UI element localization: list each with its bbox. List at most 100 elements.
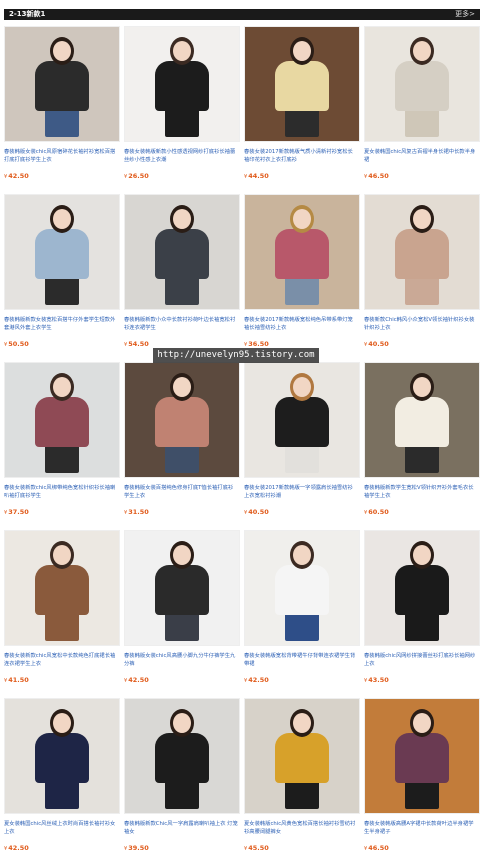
model-face <box>53 545 71 565</box>
product-card[interactable]: 夏女装韩国chic风复古百褶半身长裙中长款半身裙 ¥46.50 <box>364 26 480 194</box>
product-title[interactable]: 春装韩版女装百搭纯色修身打底T恤长袖打底衫学生上衣 <box>124 484 240 500</box>
product-card[interactable]: 春装韩版新款Chic风一字肩露肩喇叭袖上衣 灯笼袖女 ¥39.50 <box>124 698 240 860</box>
model-top <box>155 397 209 447</box>
product-title[interactable]: 春装女装韩版高腰A字裙中长款荷叶边半身裙学生半身裙子 <box>364 820 480 836</box>
product-photo[interactable] <box>244 194 360 310</box>
product-title[interactable]: 春装女装2017新款韩版一字领露肩长袖雪纺衫上衣宽松衬衫潮 <box>244 484 360 500</box>
product-card[interactable]: 夏女装韩版chic风黄色宽松百搭长袖衬衫雪纺衬衫高腰阔腿裤女 ¥45.50 <box>244 698 360 860</box>
model-top <box>155 565 209 615</box>
product-photo[interactable] <box>124 530 240 646</box>
product-price-row: ¥40.50 <box>364 340 480 348</box>
currency-symbol: ¥ <box>244 510 248 516</box>
product-photo[interactable] <box>124 698 240 814</box>
model-face <box>53 713 71 733</box>
product-photo[interactable] <box>4 194 120 310</box>
model-top <box>395 61 449 111</box>
product-photo[interactable] <box>4 362 120 478</box>
currency-symbol: ¥ <box>4 342 8 348</box>
product-card[interactable]: 春装女装2017新款韩版一字领露肩长袖雪纺衫上衣宽松衬衫潮 ¥40.50 <box>244 362 360 530</box>
product-title[interactable]: 春装女装2017新款韩版宽松纯色吊带系带灯笼袖长袖雪纺衫上衣 <box>244 316 360 332</box>
model-top <box>35 733 89 783</box>
product-photo[interactable] <box>364 530 480 646</box>
product-card[interactable]: 春装女装新款chic风绑带纯色宽松针织衫长袖喇叭袖打底衫学生 ¥37.50 <box>4 362 120 530</box>
product-photo[interactable] <box>4 530 120 646</box>
product-title[interactable]: 夏女装韩国chic风复古百褶半身长裙中长款半身裙 <box>364 148 480 164</box>
product-photo[interactable] <box>364 194 480 310</box>
model-top <box>395 229 449 279</box>
product-card[interactable]: 春装韩版女装chic风原宿碎花长袖衬衫宽松百搭打底打底衫学生上衣 ¥42.50 <box>4 26 120 194</box>
product-price: 45.50 <box>248 844 269 852</box>
product-photo[interactable] <box>244 698 360 814</box>
product-card[interactable]: 春装韩版女装chic风高腰小脚九分牛仔裤学生九分裤 ¥42.50 <box>124 530 240 698</box>
product-title[interactable]: 春装韩版女装chic风原宿碎花长袖衬衫宽松百搭打底打底衫学生上衣 <box>4 148 120 164</box>
currency-symbol: ¥ <box>364 174 368 180</box>
product-price: 43.50 <box>368 676 389 684</box>
product-card[interactable]: 夏女装韩国chic风丝绒上衣时尚百搭长袖衬衫女上衣 ¥42.50 <box>4 698 120 860</box>
model-top <box>395 397 449 447</box>
currency-symbol: ¥ <box>364 678 368 684</box>
product-photo[interactable] <box>4 26 120 142</box>
product-card[interactable]: 春装女装2017新款韩版宽松纯色吊带系带灯笼袖长袖雪纺衫上衣 ¥36.50 <box>244 194 360 362</box>
product-title[interactable]: 春装韩版新款学生宽松V领针织开衫外套毛衣长袖学生上衣 <box>364 484 480 500</box>
product-photo[interactable] <box>364 26 480 142</box>
product-title[interactable]: 春装女装新款chic风绑带纯色宽松针织衫长袖喇叭袖打底衫学生 <box>4 484 120 500</box>
currency-symbol: ¥ <box>364 846 368 852</box>
product-card[interactable]: 春装新款Chic韩风小众宽松V领长袖针织衫女装针织衫上衣 ¥40.50 <box>364 194 480 362</box>
product-price: 44.50 <box>248 172 269 180</box>
product-card[interactable]: 春装女装新款chic风宽松中长款纯色打底裙长袖连衣裙学生上衣 ¥41.50 <box>4 530 120 698</box>
product-title[interactable]: 春装女装2017新款韩版气质小清新衬衫宽松长袖印花衬衣上衣打底衫 <box>244 148 360 164</box>
currency-symbol: ¥ <box>124 174 128 180</box>
product-card[interactable]: 春装女装2017新款韩版气质小清新衬衫宽松长袖印花衬衣上衣打底衫 ¥44.50 <box>244 26 360 194</box>
product-price-row: ¥46.50 <box>364 172 480 180</box>
product-price: 40.50 <box>368 340 389 348</box>
model-top <box>395 565 449 615</box>
product-photo[interactable] <box>124 194 240 310</box>
more-link[interactable]: 更多> <box>455 9 475 20</box>
product-photo[interactable] <box>244 530 360 646</box>
model-face <box>293 713 311 733</box>
product-title[interactable]: 春装女装韩版宽松背带裙牛仔背带连衣裙学生背带裙 <box>244 652 360 668</box>
product-card[interactable]: 春装女装韩版新款小性感透视网纱打底衫长袖蕾丝纱小性感上衣潮 ¥26.50 <box>124 26 240 194</box>
product-card[interactable]: 春装韩版chic风网纱拼接蕾丝衫打底衫长袖网纱上衣 ¥43.50 <box>364 530 480 698</box>
currency-symbol: ¥ <box>364 510 368 516</box>
model-face <box>413 377 431 397</box>
product-card[interactable]: 春装女装韩版宽松背带裙牛仔背带连衣裙学生背带裙 ¥42.50 <box>244 530 360 698</box>
product-photo[interactable] <box>4 698 120 814</box>
product-title[interactable]: 春装韩版新款Chic风一字肩露肩喇叭袖上衣 灯笼袖女 <box>124 820 240 836</box>
product-photo[interactable] <box>364 698 480 814</box>
product-price: 50.50 <box>8 340 29 348</box>
product-price-row: ¥42.50 <box>4 172 120 180</box>
currency-symbol: ¥ <box>244 678 248 684</box>
product-title[interactable]: 春装新款Chic韩风小众宽松V领长袖针织衫女装针织衫上衣 <box>364 316 480 332</box>
product-card[interactable]: 春装韩版新款小众中长款衬衫荷叶边长袖宽松衬衫连衣裙学生 ¥54.50 <box>124 194 240 362</box>
product-title[interactable]: 春装韩版女装chic风高腰小脚九分牛仔裤学生九分裤 <box>124 652 240 668</box>
product-photo[interactable] <box>244 26 360 142</box>
product-price: 41.50 <box>8 676 29 684</box>
product-price: 46.50 <box>368 172 389 180</box>
currency-symbol: ¥ <box>4 174 8 180</box>
product-photo[interactable] <box>124 26 240 142</box>
product-price: 40.50 <box>248 508 269 516</box>
product-photo[interactable] <box>124 362 240 478</box>
currency-symbol: ¥ <box>244 846 248 852</box>
product-photo[interactable] <box>244 362 360 478</box>
model-face <box>293 209 311 229</box>
product-price-row: ¥41.50 <box>4 676 120 684</box>
product-title[interactable]: 春装女装新款chic风宽松中长款纯色打底裙长袖连衣裙学生上衣 <box>4 652 120 668</box>
product-card[interactable]: 春装女装韩版高腰A字裙中长款荷叶边半身裙学生半身裙子 ¥46.50 <box>364 698 480 860</box>
product-photo[interactable] <box>364 362 480 478</box>
product-title[interactable]: 春装韩版新款女装宽松百搭牛仔外套学生短款外套港风外套上衣学生 <box>4 316 120 332</box>
model-top <box>275 229 329 279</box>
currency-symbol: ¥ <box>124 342 128 348</box>
product-card[interactable]: 春装韩版女装百搭纯色修身打底T恤长袖打底衫学生上衣 ¥31.50 <box>124 362 240 530</box>
product-title[interactable]: 夏女装韩版chic风黄色宽松百搭长袖衬衫雪纺衬衫高腰阔腿裤女 <box>244 820 360 836</box>
product-card[interactable]: 春装韩版新款女装宽松百搭牛仔外套学生短款外套港风外套上衣学生 ¥50.50 <box>4 194 120 362</box>
product-title[interactable]: 春装韩版新款小众中长款衬衫荷叶边长袖宽松衬衫连衣裙学生 <box>124 316 240 332</box>
product-title[interactable]: 春装女装韩版新款小性感透视网纱打底衫长袖蕾丝纱小性感上衣潮 <box>124 148 240 164</box>
product-card[interactable]: 春装韩版新款学生宽松V领针织开衫外套毛衣长袖学生上衣 ¥60.50 <box>364 362 480 530</box>
model-face <box>53 377 71 397</box>
product-title[interactable]: 夏女装韩国chic风丝绒上衣时尚百搭长袖衬衫女上衣 <box>4 820 120 836</box>
model-top <box>155 733 209 783</box>
product-title[interactable]: 春装韩版chic风网纱拼接蕾丝衫打底衫长袖网纱上衣 <box>364 652 480 668</box>
product-price: 42.50 <box>248 676 269 684</box>
